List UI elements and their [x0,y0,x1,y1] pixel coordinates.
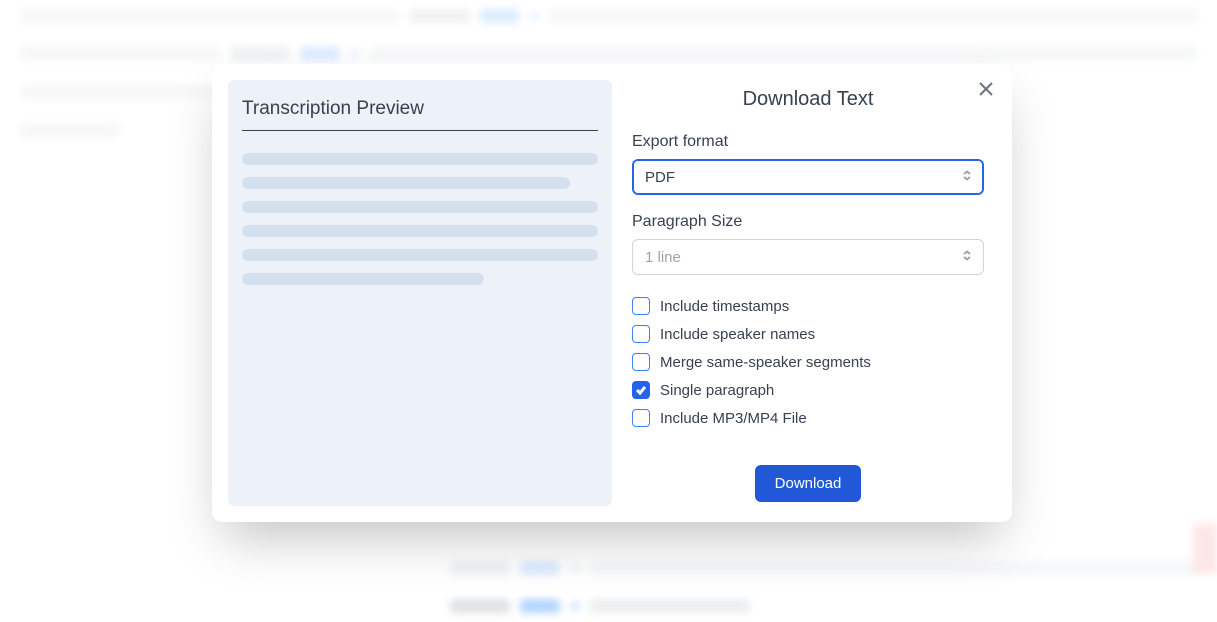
preview-skeleton-line [242,177,570,189]
preview-skeleton-line [242,225,598,237]
download-button[interactable]: Download [755,465,862,502]
modal-title: Download Text [632,88,984,111]
option-label: Single paragraph [660,382,774,399]
option-include-speaker-names[interactable]: Include speaker names [632,325,984,343]
checkbox-icon [632,381,650,399]
paragraph-size-label: Paragraph Size [632,213,984,231]
option-include-timestamps[interactable]: Include timestamps [632,297,984,315]
option-label: Include timestamps [660,298,789,315]
download-text-modal: Transcription Preview Download Text Expo… [212,64,1012,522]
preview-skeleton-line [242,273,484,285]
options-group: Include timestamps Include speaker names… [632,297,984,427]
preview-skeleton-line [242,201,598,213]
export-format-select[interactable]: PDF [632,159,984,195]
option-single-paragraph[interactable]: Single paragraph [632,381,984,399]
chevron-updown-icon [961,249,973,266]
transcription-preview-pane: Transcription Preview [228,80,612,506]
option-include-mp3-mp4[interactable]: Include MP3/MP4 File [632,409,984,427]
preview-skeleton-line [242,249,598,261]
export-format-label: Export format [632,133,984,151]
paragraph-size-select[interactable]: 1 line [632,239,984,275]
option-merge-same-speaker[interactable]: Merge same-speaker segments [632,353,984,371]
preview-skeleton-line [242,153,598,165]
option-label: Include MP3/MP4 File [660,410,807,427]
option-label: Merge same-speaker segments [660,354,871,371]
download-form: Download Text Export format PDF Paragrap… [628,64,1012,522]
checkbox-icon [632,297,650,315]
checkbox-icon [632,353,650,371]
close-icon [979,82,993,99]
export-format-value: PDF [645,169,675,186]
checkbox-icon [632,409,650,427]
chevron-updown-icon [961,169,973,186]
close-button[interactable] [974,78,998,102]
preview-title: Transcription Preview [242,98,598,131]
option-label: Include speaker names [660,326,815,343]
paragraph-size-value: 1 line [645,249,681,266]
checkbox-icon [632,325,650,343]
